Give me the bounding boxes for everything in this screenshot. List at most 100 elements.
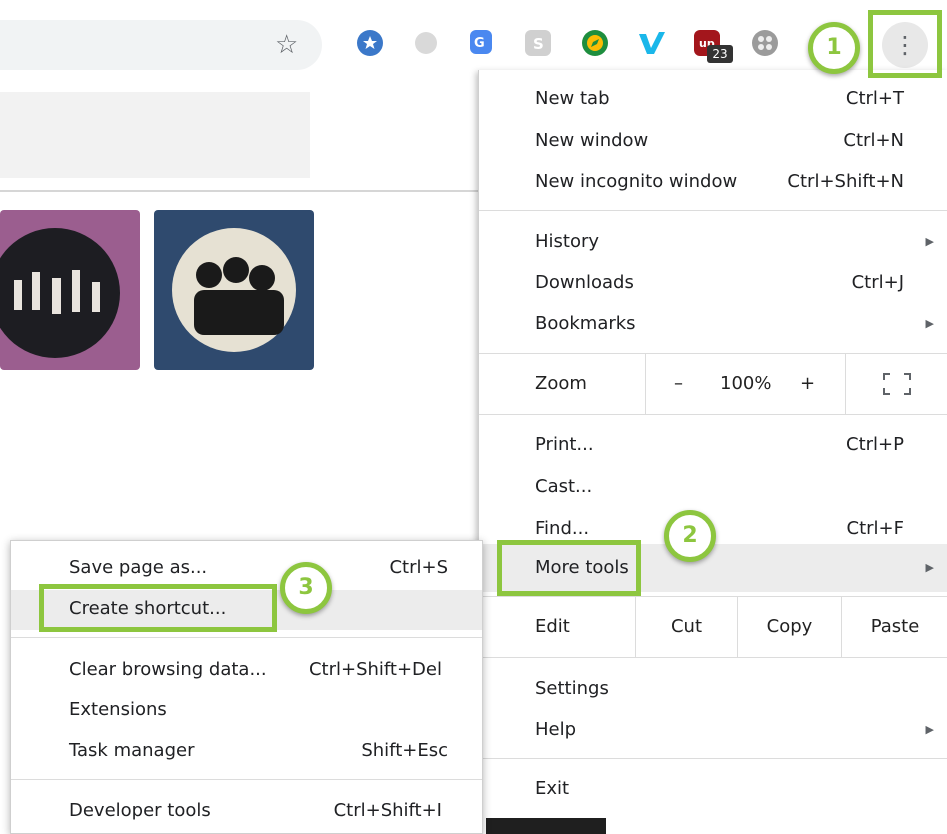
menu-item-exit[interactable]: Exit bbox=[479, 770, 947, 808]
cut-label: Cut bbox=[670, 616, 703, 637]
submenu-separator bbox=[11, 637, 482, 638]
menu-item-new-incognito[interactable]: New incognito window Ctrl+Shift+N bbox=[479, 163, 947, 201]
menu-shortcut: Ctrl+P bbox=[846, 434, 904, 455]
submenu-item-label: Extensions bbox=[69, 699, 167, 720]
fullscreen-button[interactable] bbox=[845, 354, 947, 414]
skype-extension-icon[interactable]: S bbox=[525, 30, 551, 56]
menu-shortcut: Ctrl+F bbox=[846, 518, 904, 539]
cut-button[interactable]: Cut bbox=[635, 597, 737, 657]
submenu-item-label: Clear browsing data... bbox=[69, 659, 267, 680]
menu-item-label: Settings bbox=[535, 678, 609, 699]
chrome-main-menu: New tab Ctrl+T New window Ctrl+N New inc… bbox=[478, 70, 947, 834]
menu-item-label: Cast... bbox=[535, 476, 593, 497]
page-search-area bbox=[0, 92, 310, 178]
menu-shortcut: Ctrl+N bbox=[843, 130, 904, 151]
ublock-badge: 23 bbox=[707, 45, 733, 63]
menu-item-label: Print... bbox=[535, 434, 594, 455]
menu-shortcut: Ctrl+T bbox=[845, 88, 904, 109]
highlight-menu-button bbox=[868, 10, 942, 78]
submenu-item-extensions[interactable]: Extensions bbox=[11, 691, 482, 729]
svg-text:G: G bbox=[474, 36, 485, 51]
submenu-shortcut: Ctrl+S bbox=[389, 557, 448, 578]
callout-step-3: 3 bbox=[280, 562, 332, 614]
bookmark-star-icon[interactable]: ☆ bbox=[275, 30, 298, 60]
menu-item-help[interactable]: Help ▶ bbox=[479, 711, 947, 749]
submenu-item-clear-browsing[interactable]: Clear browsing data... Ctrl+Shift+Del bbox=[11, 651, 482, 689]
zoom-controls: – 100% + bbox=[645, 354, 845, 414]
circle-star-extension-icon[interactable] bbox=[357, 30, 383, 56]
fullscreen-icon bbox=[883, 373, 911, 395]
grey-circle-extension-icon[interactable] bbox=[415, 32, 437, 54]
zoom-label: Zoom bbox=[535, 373, 587, 394]
submenu-arrow-icon: ▶ bbox=[925, 561, 934, 574]
album-cover-blue[interactable] bbox=[154, 210, 314, 370]
menu-item-label: Bookmarks bbox=[535, 313, 636, 334]
menu-edit-row: Edit Cut Copy Paste bbox=[479, 597, 947, 657]
menu-item-new-window[interactable]: New window Ctrl+N bbox=[479, 122, 947, 160]
menu-item-label: New window bbox=[535, 130, 649, 151]
paste-button[interactable]: Paste bbox=[841, 597, 947, 657]
album-art-figures bbox=[14, 270, 100, 314]
compass-extension-icon[interactable] bbox=[582, 30, 608, 56]
edit-label: Edit bbox=[535, 616, 570, 637]
paste-label: Paste bbox=[870, 616, 920, 637]
reel-holes-icon bbox=[758, 36, 772, 50]
submenu-arrow-icon: ▶ bbox=[925, 723, 934, 736]
menu-zoom-row: Zoom – 100% + bbox=[479, 354, 947, 414]
menu-item-history[interactable]: History ▶ bbox=[479, 223, 947, 261]
menu-item-cast[interactable]: Cast... bbox=[479, 468, 947, 506]
menu-item-print[interactable]: Print... Ctrl+P bbox=[479, 426, 947, 464]
address-bar[interactable] bbox=[0, 20, 322, 70]
callout-step-2: 2 bbox=[664, 510, 716, 562]
content-divider bbox=[0, 190, 478, 192]
vimeo-extension-icon[interactable] bbox=[637, 30, 665, 56]
menu-item-bookmarks[interactable]: Bookmarks ▶ bbox=[479, 305, 947, 343]
vimeo-v-icon bbox=[639, 32, 665, 54]
copy-button[interactable]: Copy bbox=[737, 597, 841, 657]
album-art-group bbox=[194, 257, 284, 335]
zoom-in-button[interactable]: + bbox=[800, 354, 815, 414]
menu-shortcut: Ctrl+Shift+N bbox=[787, 171, 904, 192]
menu-separator bbox=[479, 657, 947, 658]
background-dark-strip bbox=[486, 818, 606, 834]
menu-item-label: History bbox=[535, 231, 600, 252]
submenu-item-label: Developer tools bbox=[69, 800, 211, 821]
translate-glyph-icon: G bbox=[474, 36, 485, 51]
film-reel-extension-icon[interactable] bbox=[752, 30, 778, 56]
menu-separator bbox=[479, 758, 947, 759]
submenu-item-developer-tools[interactable]: Developer tools Ctrl+Shift+I bbox=[11, 792, 482, 830]
menu-item-label: Help bbox=[535, 719, 577, 740]
menu-item-label: New tab bbox=[535, 88, 610, 109]
menu-item-label: Exit bbox=[535, 778, 570, 799]
album-cover-pink[interactable] bbox=[0, 210, 140, 370]
submenu-shortcut: Shift+Esc bbox=[361, 740, 448, 761]
svg-text:S: S bbox=[533, 35, 544, 53]
zoom-out-button[interactable]: – bbox=[674, 354, 683, 414]
callout-step-1: 1 bbox=[808, 22, 860, 74]
menu-separator bbox=[479, 210, 947, 211]
submenu-item-label: Task manager bbox=[69, 740, 195, 761]
submenu-arrow-icon: ▶ bbox=[925, 317, 934, 330]
submenu-item-task-manager[interactable]: Task manager Shift+Esc bbox=[11, 732, 482, 770]
submenu-shortcut: Ctrl+Shift+I bbox=[333, 800, 442, 821]
menu-item-settings[interactable]: Settings bbox=[479, 670, 947, 708]
star-glyph-icon bbox=[363, 36, 377, 49]
submenu-item-save-page[interactable]: Save page as... Ctrl+S bbox=[11, 549, 482, 587]
menu-item-label: Downloads bbox=[535, 272, 634, 293]
submenu-item-label: Save page as... bbox=[69, 557, 208, 578]
menu-item-new-tab[interactable]: New tab Ctrl+T bbox=[479, 80, 947, 118]
copy-label: Copy bbox=[766, 616, 813, 637]
highlight-more-tools bbox=[497, 540, 641, 596]
menu-item-label: New incognito window bbox=[535, 171, 738, 192]
menu-separator bbox=[479, 414, 947, 415]
compass-needle-icon bbox=[587, 35, 603, 51]
skype-glyph-icon: S bbox=[533, 35, 544, 53]
zoom-level: 100% bbox=[720, 373, 772, 394]
submenu-arrow-icon: ▶ bbox=[925, 235, 934, 248]
submenu-separator bbox=[11, 779, 482, 780]
menu-item-downloads[interactable]: Downloads Ctrl+J bbox=[479, 264, 947, 302]
menu-shortcut: Ctrl+J bbox=[851, 272, 904, 293]
submenu-shortcut: Ctrl+Shift+Del bbox=[308, 659, 442, 680]
highlight-create-shortcut bbox=[39, 584, 277, 632]
google-translate-extension-icon[interactable]: G bbox=[470, 30, 492, 54]
